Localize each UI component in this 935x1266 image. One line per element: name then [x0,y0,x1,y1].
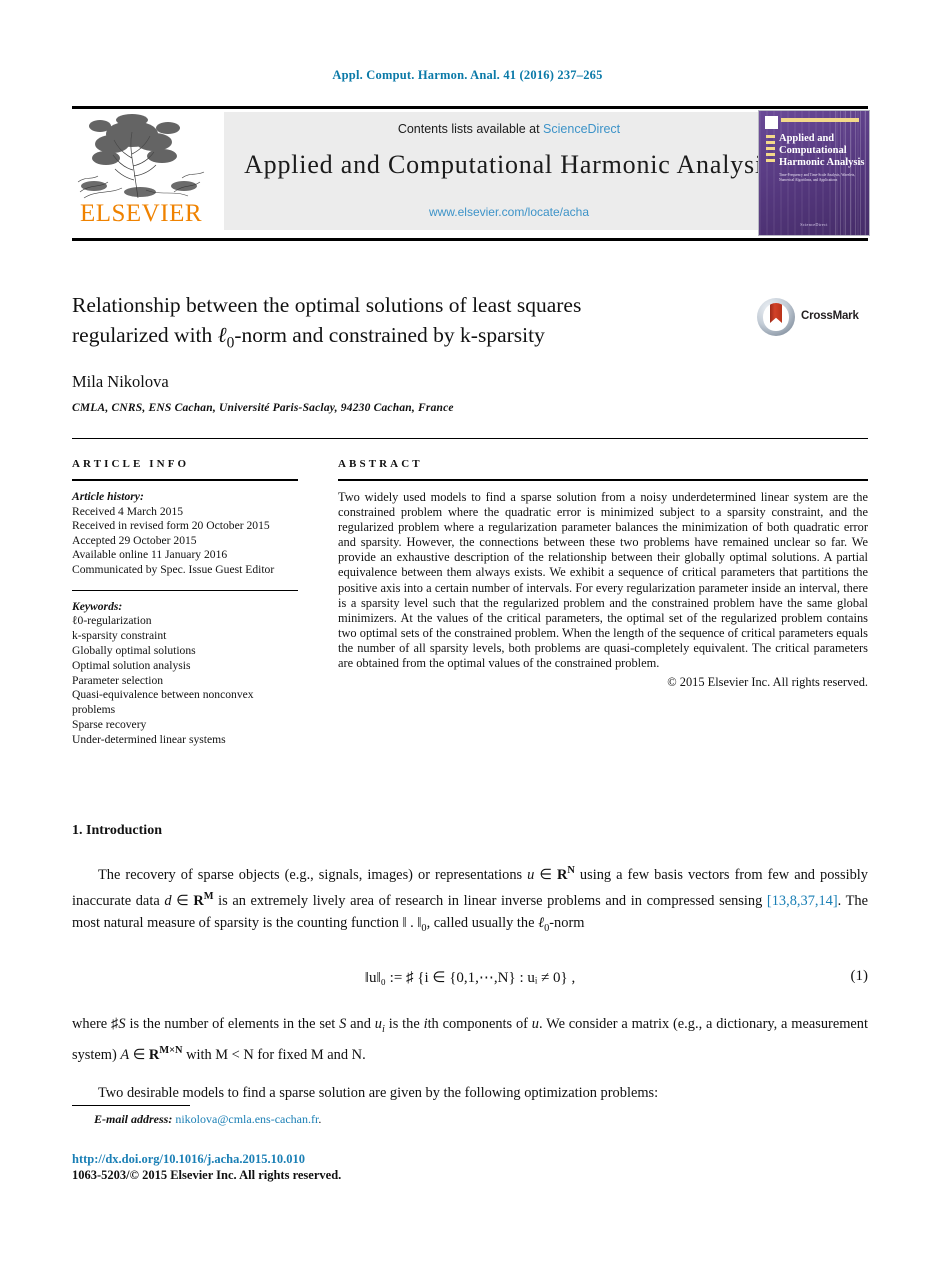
p2-symbol-S: S [118,1016,126,1032]
abstract-copyright: © 2015 Elsevier Inc. All rights reserved… [667,675,868,690]
doi-link[interactable]: http://dx.doi.org/10.1016/j.acha.2015.10… [72,1152,305,1167]
cover-subtitle: Time-Frequency and Time-Scale Analysis, … [779,173,856,182]
elsevier-logo: ELSEVIER [72,112,214,230]
p2-part1: where ♯ [72,1016,119,1032]
contents-prefix: Contents lists available at [397,122,544,136]
citation-link[interactable]: [13,8,37,14] [767,893,838,909]
author-affiliation: CMLA, CNRS, ENS Cachan, Université Paris… [72,402,454,414]
history-item-4: Communicated by Spec. Issue Guest Editor [72,562,275,576]
article-info-column: ARTICLE INFO Article history: Received 4… [72,458,298,748]
crossmark-bookmark-icon [770,303,782,323]
journal-masthead: ELSEVIER Contents lists available at Sci… [72,110,870,236]
p2-symbol-R: R [148,1047,160,1064]
p2-superscript-MN: M×N [159,1045,183,1057]
history-item-1: Received in revised form 20 October 2015 [72,519,270,533]
p1-superscript-M: M [203,891,214,903]
paper-page: Appl. Comput. Harmon. Anal. 41 (2016) 23… [0,0,935,1266]
p1-part3: is an extremely lively area of research … [213,893,767,910]
cover-tick-marks [766,135,775,169]
p2-part7: ∈ [129,1047,149,1064]
history-item-3: Available online 11 January 2016 [72,548,228,562]
title-line-2b: -norm and constrained by k-sparsity [234,323,545,347]
equation-1: ‖u‖₀ := ♯ {i ∈ {0,1,⋯,N} : uᵢ ≠ 0} , [364,970,576,986]
sciencedirect-banner: Contents lists available at ScienceDirec… [224,112,794,230]
p1-symbol-d: d [164,893,172,910]
p1-part5: , called usually the [426,914,539,931]
keywords-list: Keywords: ℓ0-regularization k-sparsity c… [72,600,298,748]
abstract-column: ABSTRACT Two widely used models to find … [338,458,868,690]
running-head: Appl. Comput. Harmon. Anal. 41 (2016) 23… [332,68,603,82]
p2-part4: is the [384,1016,424,1032]
cover-elsevier-mark-icon [765,116,778,129]
p2-part8: with M < N for fixed M and N. [182,1047,366,1064]
history-item-0: Received 4 March 2015 [72,504,184,518]
elsevier-tree-icon [76,114,206,200]
sciencedirect-link[interactable]: ScienceDirect [543,122,620,136]
footnote-rule [72,1105,190,1106]
email-link[interactable]: nikolova@cmla.ens-cachan.fr [175,1112,318,1126]
p2-part3: and [346,1016,375,1032]
abstract-rule [338,479,868,481]
title-line-1: Relationship between the optimal solutio… [72,293,582,317]
p2-symbol-u2: u [531,1016,539,1032]
keyword-0: ℓ0-regularization [72,614,152,628]
cover-accent-bar [781,118,859,122]
p2-symbol-A: A [120,1047,130,1064]
crossmark-inner [763,303,789,331]
journal-cover-thumbnail: Applied and Computational Harmonic Analy… [758,110,870,236]
paragraph-3: Two desirable models to find a sparse so… [98,1085,659,1101]
p1-part6: -norm [549,914,585,931]
crossmark-badge[interactable]: CrossMark [757,298,869,338]
email-period: . [318,1112,322,1126]
article-history: Article history: Received 4 March 2015 R… [72,490,298,578]
p1-symbol-RN: R [556,866,568,883]
p1-part1: The recovery of sparse objects (e.g., si… [98,866,528,883]
keyword-7: Under-determined linear systems [72,732,226,746]
p1-superscript-N: N [567,865,575,876]
abstract-heading: ABSTRACT [338,458,423,470]
masthead-bottom-rule [72,238,868,241]
p1-in-2: ∈ [171,893,194,910]
keyword-2: Globally optimal solutions [72,643,196,657]
crossmark-label: CrossMark [801,310,859,322]
masthead-top-rule [72,106,868,109]
keywords-label: Keywords: [72,599,123,613]
keyword-4: Parameter selection [72,673,164,687]
contents-lists-line: Contents lists available at ScienceDirec… [224,122,794,136]
equation-1-row: ‖u‖₀ := ♯ {i ∈ {0,1,⋯,N} : uᵢ ≠ 0} , (1) [72,968,868,987]
paragraph-2: where ♯S is the number of elements in th… [72,1014,868,1067]
cover-footer: ScienceDirect [800,222,828,227]
title-ell-symbol: ℓ [217,323,227,347]
article-info-heading: ARTICLE INFO [72,458,190,470]
issn-copyright-line: 1063-5203/© 2015 Elsevier Inc. All right… [72,1168,342,1182]
crossmark-icon [757,298,795,336]
p2-part2: is the number of elements in the set [125,1016,340,1032]
p2-symbol-u: u [374,1016,382,1032]
section-heading-introduction: 1. Introduction [72,823,162,838]
abstract-text: Two widely used models to find a sparse … [338,490,868,671]
paragraph-1: The recovery of sparse objects (e.g., si… [72,860,868,939]
title-line-2a: regularized with [72,323,218,347]
page-title: Relationship between the optimal solutio… [72,290,712,358]
keyword-5: Quasi-equivalence between nonconvex prob… [72,688,254,717]
journal-title: Applied and Computational Harmonic Analy… [244,150,774,179]
keyword-6: Sparse recovery [72,717,147,731]
email-label: E-mail address: [94,1112,173,1126]
footnote-email: E-mail address: nikolova@cmla.ens-cachan… [94,1112,321,1127]
p1-symbol-RM: R [193,893,204,910]
author-name: Mila Nikolova [72,372,169,391]
p1-in-1: ∈ [534,866,557,883]
elsevier-wordmark: ELSEVIER [79,200,203,227]
article-history-label: Article history: [72,490,144,503]
keyword-3: Optimal solution analysis [72,658,191,672]
keyword-1: k-sparsity constraint [72,629,167,643]
title-bottom-rule [72,438,868,439]
article-info-rule [72,479,298,481]
cover-title: Applied and Computational Harmonic Analy… [779,133,865,168]
p2-part5: th components of [427,1016,532,1032]
equation-1-number: (1) [850,968,869,984]
history-item-2: Accepted 29 October 2015 [72,533,197,547]
keywords-rule [72,589,298,591]
journal-url-link[interactable]: www.elsevier.com/locate/acha [224,205,794,219]
